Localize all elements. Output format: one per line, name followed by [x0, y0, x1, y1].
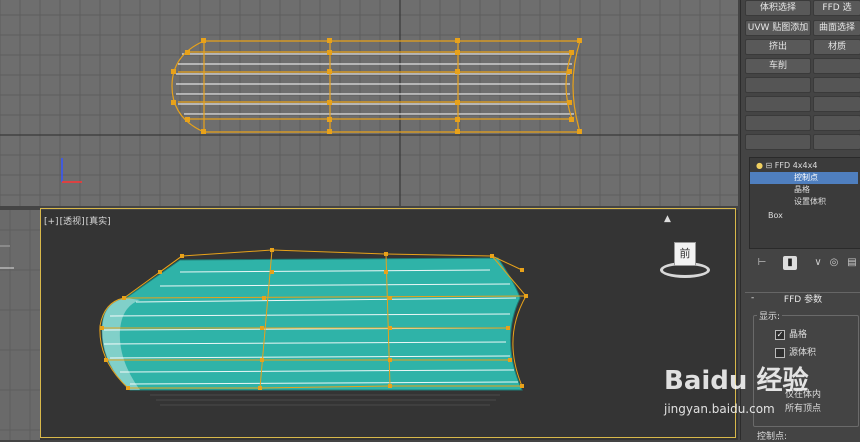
modifier-stack[interactable]: ● ⊟ FFD 4x4x4 控制点 晶格 设置体积 Box [749, 157, 860, 249]
viewport-menu-shading[interactable]: [真实] [86, 217, 111, 227]
radio-label: 所有顶点 [785, 404, 822, 414]
control-points-group-label: 控制点: [757, 432, 788, 442]
front-object-mesh [176, 53, 574, 115]
modifier-button-material[interactable]: 材质 [813, 39, 860, 55]
left-viewport[interactable] [0, 210, 40, 440]
viewport-menu-plus[interactable]: [+] [44, 217, 59, 227]
axis-gizmo [61, 158, 82, 183]
front-viewport[interactable] [0, 0, 738, 206]
source-volume-checkbox-label: 源体积 [789, 348, 817, 358]
rollout-title[interactable]: FFD 参数 [745, 293, 860, 307]
modifier-button-empty[interactable] [813, 96, 860, 112]
stack-item-label: 控制点 [794, 173, 818, 182]
ffd-params-rollout: FFD 参数 - 显示: ✓ 晶格 源体积 仅在体内 所有顶点 控制点: [745, 292, 860, 442]
configure-sets-icon[interactable]: ▤ [845, 256, 859, 270]
perspective-canvas [99, 248, 528, 406]
remove-modifier-icon[interactable]: ◎ [827, 256, 841, 270]
modifier-button-ffd-select[interactable]: FFD 选 [813, 0, 860, 16]
front-grid [0, 0, 738, 206]
make-unique-icon[interactable]: ∨ [811, 256, 825, 270]
modifier-button-empty[interactable] [745, 115, 811, 131]
command-panel: 体积选择 FFD 选 UVW 贴图添加 曲面选择 挤出 材质 车削 ● ⊟ FF… [740, 0, 860, 442]
view-cube-box[interactable]: 前 [674, 242, 696, 266]
pin-stack-icon[interactable]: ⊢ [755, 256, 769, 270]
rollout-collapse-icon[interactable]: - [751, 293, 754, 303]
viewport-menu-view[interactable]: [透视] [60, 217, 85, 227]
modifier-button-empty[interactable] [813, 115, 860, 131]
checkbox-box[interactable]: ✓ [775, 329, 785, 340]
stack-item-control-points[interactable]: 控制点 [750, 172, 858, 184]
persp-object-mesh [101, 257, 523, 391]
stack-item-label: 晶格 [794, 185, 810, 194]
perspective-viewport[interactable]: [+][透视][真实] 前 ▲ [40, 210, 738, 440]
modifier-button-empty[interactable] [813, 58, 860, 74]
modifier-button-empty[interactable] [813, 77, 860, 93]
display-group-label: 显示: [757, 309, 783, 322]
left-viewport-canvas [0, 210, 40, 440]
modifier-button-empty[interactable] [813, 134, 860, 150]
stack-item-label: FFD 4x4x4 [774, 161, 818, 170]
lattice-checkbox-label: 晶格 [789, 330, 808, 340]
modifier-button-empty[interactable] [745, 134, 811, 150]
modifier-button-lathe[interactable]: 车削 [745, 58, 811, 74]
stack-item-box[interactable]: Box [750, 210, 858, 222]
deform-inside-volume-radio[interactable]: 仅在体内 [785, 389, 860, 401]
collapse-icon[interactable]: ⊟ [766, 161, 773, 170]
stack-item-ffd[interactable]: ● ⊟ FFD 4x4x4 [750, 160, 860, 172]
lattice-checkbox[interactable]: ✓ 晶格 [775, 329, 855, 341]
source-volume-checkbox[interactable]: 源体积 [775, 347, 855, 359]
front-viewport-canvas [0, 0, 738, 206]
persp-floor-grid [150, 394, 500, 406]
view-cube-face-label: 前 [679, 247, 691, 260]
modifier-button-volume-select[interactable]: 体积选择 [745, 0, 811, 16]
deform-all-vertices-radio[interactable]: 所有顶点 [785, 403, 860, 415]
modifier-button-empty[interactable] [745, 96, 811, 112]
home-icon[interactable]: ▲ [664, 214, 671, 224]
modifier-button-surface-select[interactable]: 曲面选择 [813, 20, 860, 36]
view-cube[interactable]: 前 [660, 240, 710, 288]
modifier-button-extrude[interactable]: 挤出 [745, 39, 811, 55]
stack-item-set-volume[interactable]: 设置体积 [750, 196, 858, 208]
stack-item-lattice[interactable]: 晶格 [750, 184, 858, 196]
stack-item-label: Box [768, 211, 783, 220]
bulb-icon[interactable]: ● [756, 161, 763, 170]
radio-label: 仅在体内 [785, 390, 822, 400]
modifier-button-empty[interactable] [745, 77, 811, 93]
perspective-viewport-label[interactable]: [+][透视][真实] [44, 214, 112, 227]
checkbox-box[interactable] [775, 347, 785, 358]
stack-item-label: 设置体积 [794, 197, 826, 206]
modifier-button-uvw-map-add[interactable]: UVW 贴图添加 [745, 20, 811, 36]
show-end-result-icon[interactable]: ▮ [783, 256, 797, 270]
